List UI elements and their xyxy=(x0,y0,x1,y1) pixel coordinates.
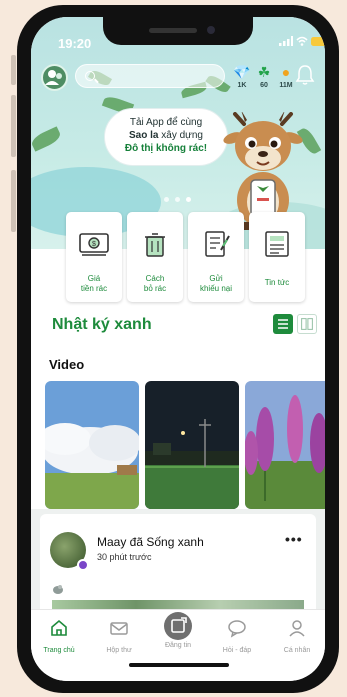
post-author-name[interactable]: Maay xyxy=(97,535,126,549)
post-action: đã Sống xanh xyxy=(126,535,204,549)
post-fab xyxy=(164,612,192,640)
status-time: 19:20 xyxy=(58,36,92,51)
video-thumbnail[interactable] xyxy=(245,381,325,509)
diamond-value: 1K xyxy=(237,82,247,89)
chat-icon xyxy=(228,620,246,638)
video-carousel[interactable] xyxy=(45,381,325,509)
tab-home[interactable]: Trang chủ xyxy=(31,618,87,654)
tab-label: Hỏi - đáp xyxy=(222,647,252,654)
bell-icon[interactable] xyxy=(295,64,315,86)
quick-action-complaint[interactable]: Gửi khiếu nại xyxy=(188,212,244,302)
user-group-icon xyxy=(45,70,62,85)
quick-action-text: Cách bỏ rác xyxy=(143,274,167,293)
status-icons xyxy=(279,36,325,46)
more-options-button[interactable]: ••• xyxy=(285,531,303,547)
tab-inbox[interactable]: Hộp thư xyxy=(91,618,147,654)
quick-action-label: Cách bỏ rác xyxy=(127,274,183,294)
home-indicator xyxy=(129,663,229,667)
side-button xyxy=(11,95,16,157)
tab-label: Đăng tin xyxy=(164,642,192,649)
quick-actions: $ Giá tiền rác Cách bỏ rác Gửi khiếu nại… xyxy=(66,212,305,302)
post-icon xyxy=(171,617,187,633)
carousel-dot-active[interactable] xyxy=(186,197,191,202)
quick-action-text: Gửi khiếu nại xyxy=(199,274,233,293)
quick-action-text: Tin tức xyxy=(264,278,290,287)
money-icon: $ xyxy=(79,233,109,256)
sort-trash-icon xyxy=(145,233,165,257)
app-screen: Tải App để cùng Sao la xây dựng Đô thị k… xyxy=(31,17,325,681)
wifi-icon xyxy=(296,36,308,46)
tab-label: Cá nhân xyxy=(283,647,311,654)
battery-icon xyxy=(311,36,325,46)
clover-counter[interactable]: ☘ 60 xyxy=(253,64,275,89)
camera xyxy=(207,26,215,34)
side-button xyxy=(11,170,16,232)
video-thumbnail[interactable] xyxy=(145,381,239,509)
tab-label: Trang chủ xyxy=(43,647,75,654)
verified-badge-icon xyxy=(77,559,89,571)
section-title-video: Video xyxy=(49,357,85,372)
bubble-line-2: Sao la xây dựng xyxy=(105,129,227,142)
tab-qa[interactable]: Hỏi - đáp xyxy=(209,618,265,654)
coin-icon: ● xyxy=(281,64,291,80)
home-icon xyxy=(51,619,67,636)
newspaper-icon xyxy=(265,231,289,257)
clover-icon: ☘ xyxy=(257,64,271,80)
tab-label: Hộp thư xyxy=(106,647,132,654)
quick-action-label: Gửi khiếu nại xyxy=(188,274,244,294)
quick-action-sort-waste[interactable]: Cách bỏ rác xyxy=(127,212,183,302)
quick-action-label: Tin tức xyxy=(249,278,305,288)
svg-text:$: $ xyxy=(92,241,96,248)
clover-value: 60 xyxy=(260,82,268,89)
reaction-icon xyxy=(53,585,63,594)
quick-action-text: Giá tiền rác xyxy=(80,274,108,293)
list-view-icon[interactable] xyxy=(273,314,293,334)
leaf-icon xyxy=(31,126,63,152)
tab-profile[interactable]: Cá nhân xyxy=(269,618,325,654)
speaker xyxy=(149,28,197,33)
search-bar[interactable] xyxy=(75,64,225,88)
section-title-green-diary: Nhật ký xanh xyxy=(52,316,152,333)
tab-post[interactable]: Đăng tin xyxy=(150,612,206,649)
signal-icon xyxy=(279,36,293,46)
bottom-tab-bar: Trang chủ Hộp thư Đăng tin Hỏi - đáp Cá … xyxy=(31,609,325,681)
top-bar: 💎 1K ☘ 60 ● 11M xyxy=(31,62,325,98)
mail-icon xyxy=(110,622,128,635)
video-thumbnail[interactable] xyxy=(45,381,139,509)
carousel-dots[interactable] xyxy=(164,197,191,202)
search-icon xyxy=(85,71,95,81)
bubble-line-1: Tải App để cùng xyxy=(129,117,203,128)
diamond-counter[interactable]: 💎 1K xyxy=(231,64,253,89)
complaint-icon xyxy=(205,231,230,257)
profile-avatar-button[interactable] xyxy=(41,64,68,91)
bubble-line-3: Đô thị không rác! xyxy=(124,143,208,154)
bubble-text: xây dựng xyxy=(158,130,203,141)
view-toggle xyxy=(273,314,317,334)
profile-icon xyxy=(289,620,305,637)
notch xyxy=(103,17,253,45)
quick-action-news[interactable]: Tin tức xyxy=(249,212,305,302)
post-time: 30 phút trước xyxy=(97,552,152,562)
bubble-highlight: Sao la xyxy=(129,130,159,141)
coin-value: 11M xyxy=(279,82,293,89)
quick-action-waste-fee[interactable]: $ Giá tiền rác xyxy=(66,212,122,302)
side-button xyxy=(11,55,16,85)
quick-action-label: Giá tiền rác xyxy=(66,274,122,294)
diamond-icon: 💎 xyxy=(233,64,251,80)
carousel-dot[interactable] xyxy=(175,197,180,202)
post-author-line: Maay đã Sống xanh xyxy=(97,535,204,549)
carousel-dot[interactable] xyxy=(164,197,169,202)
grid-view-icon[interactable] xyxy=(297,314,317,334)
coin-counter[interactable]: ● 11M xyxy=(275,64,297,89)
speech-bubble: Tải App để cùng Sao la xây dựng Đô thị k… xyxy=(104,108,228,166)
